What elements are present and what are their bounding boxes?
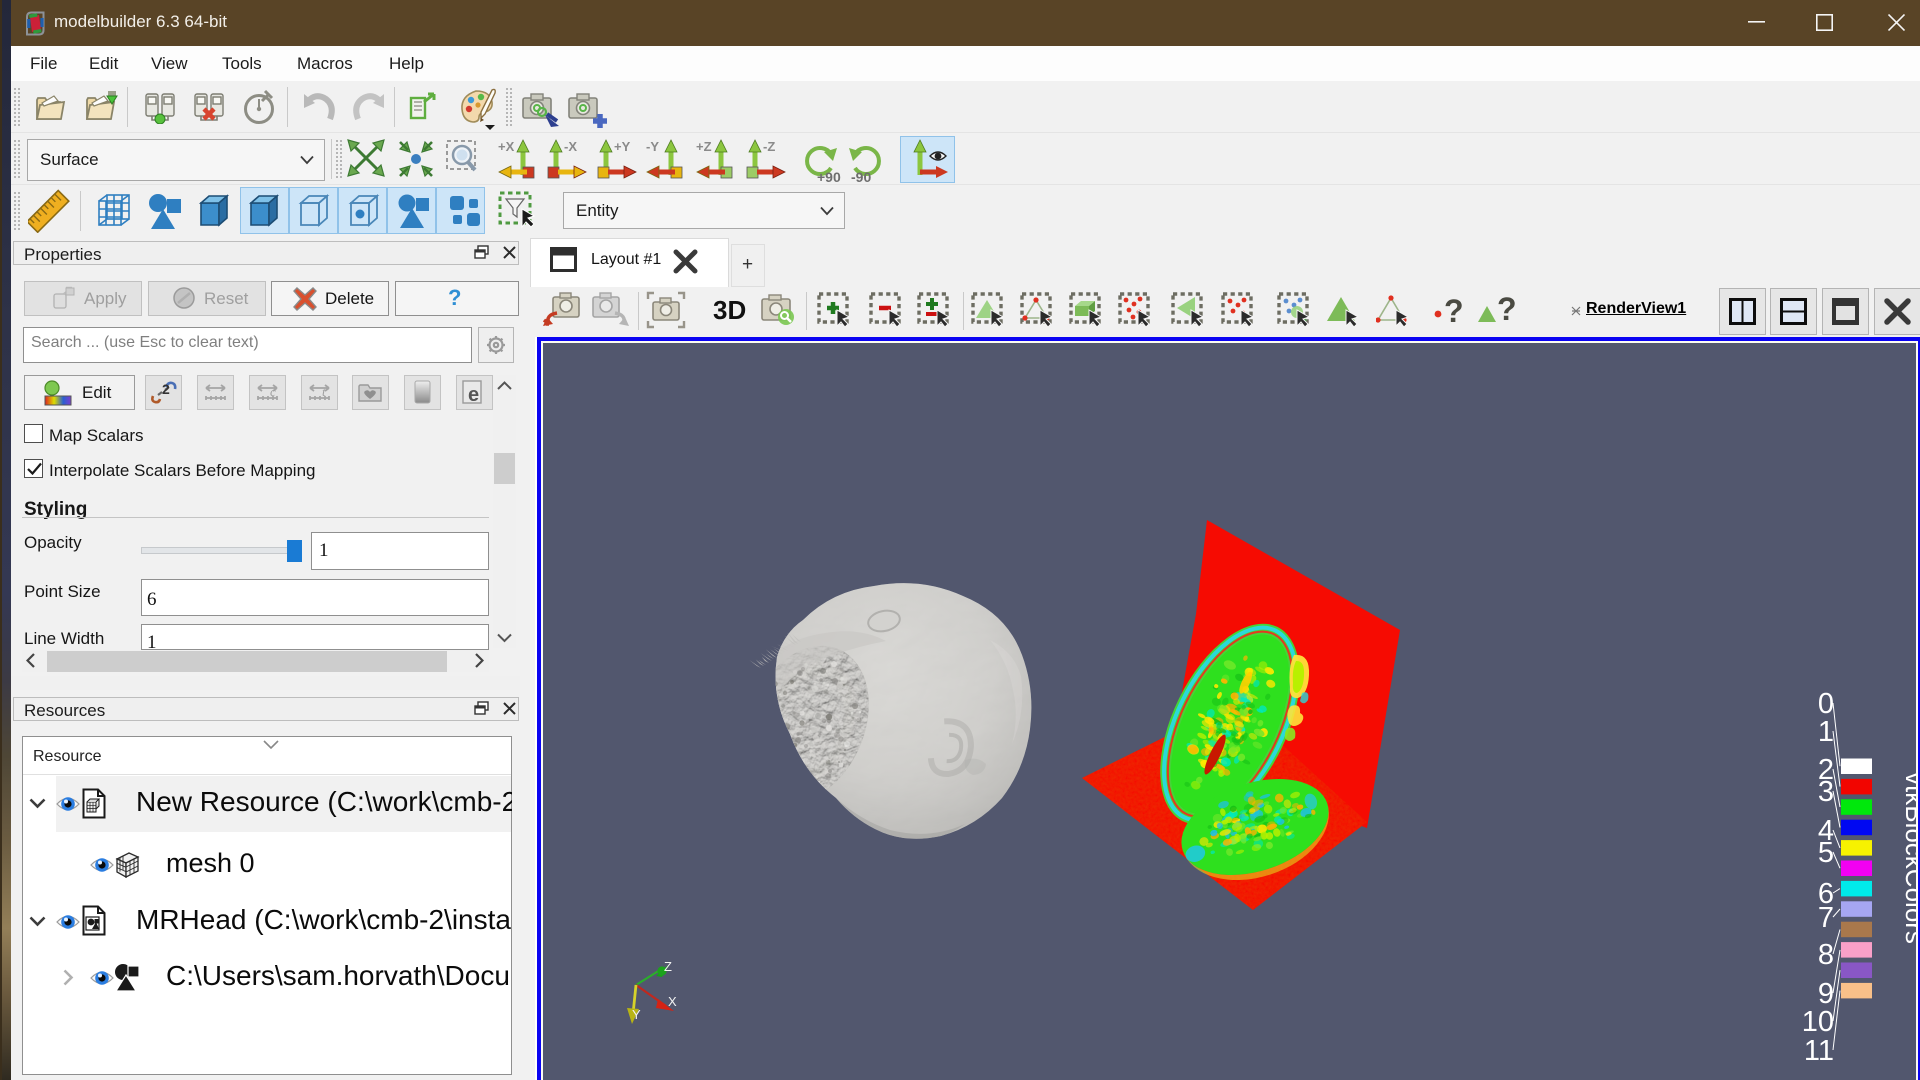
svg-text:7: 7	[1818, 902, 1834, 934]
svg-text:e: e	[468, 384, 479, 406]
svg-text:2: 2	[162, 381, 170, 397]
svg-text:-90: -90	[851, 169, 871, 184]
svg-text:c: c	[270, 384, 276, 399]
svg-text:+Z: +Z	[696, 139, 712, 154]
svg-text:Z: Z	[664, 959, 672, 974]
svg-text:10: 10	[1802, 1006, 1834, 1038]
svg-text:11: 11	[1804, 1035, 1834, 1067]
svg-text:Y: Y	[632, 1007, 641, 1022]
svg-text:8: 8	[1818, 939, 1834, 971]
svg-text:-Y: -Y	[646, 139, 659, 154]
svg-text:vtkBlockColors: vtkBlockColors	[1900, 772, 1916, 944]
svg-text:3: 3	[1818, 776, 1834, 808]
svg-text:?: ?	[1497, 292, 1515, 327]
svg-text:+Y: +Y	[614, 139, 631, 154]
svg-text:-X: -X	[564, 139, 577, 154]
svg-text:5: 5	[1818, 837, 1834, 869]
svg-text:X: X	[668, 994, 677, 1009]
svg-text:1: 1	[1818, 716, 1834, 748]
svg-text:-Z: -Z	[763, 139, 775, 154]
svg-text:+X: +X	[498, 139, 515, 154]
svg-text:?: ?	[1444, 293, 1464, 328]
svg-text:t: t	[322, 384, 326, 399]
svg-text:+90: +90	[817, 169, 841, 184]
